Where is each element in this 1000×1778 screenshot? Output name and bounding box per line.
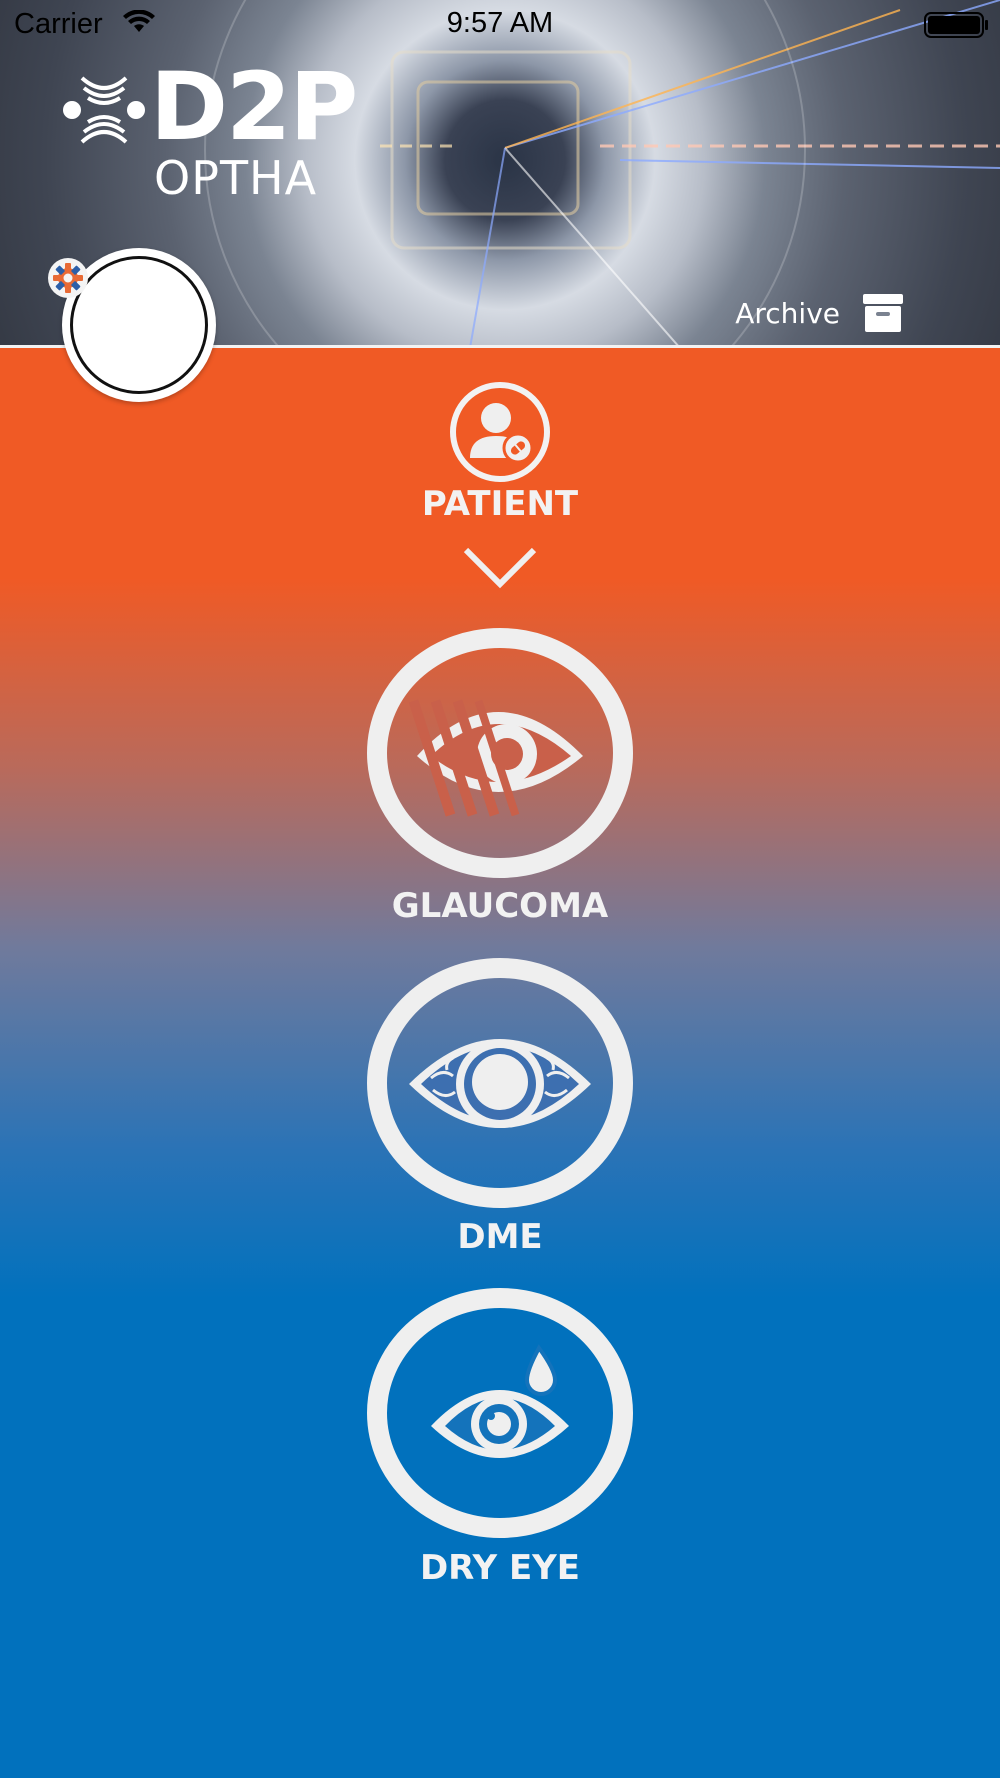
patient-icon bbox=[470, 403, 534, 464]
status-bar: Carrier 9:57 AM bbox=[0, 0, 1000, 50]
dme-button[interactable] bbox=[367, 958, 633, 1208]
app-logo: D2P OPTHA bbox=[150, 53, 358, 203]
glaucoma-button[interactable] bbox=[367, 628, 633, 878]
clock: 9:57 AM bbox=[446, 7, 554, 39]
dme-eye-icon bbox=[409, 1039, 591, 1128]
dme-label: DME bbox=[457, 1217, 543, 1257]
archive-label: Archive bbox=[735, 296, 840, 330]
patient-label: PATIENT bbox=[421, 484, 579, 524]
gear-icon bbox=[53, 263, 83, 293]
glaucoma-eye-icon bbox=[408, 699, 583, 817]
d2p-logo-mark bbox=[63, 76, 145, 144]
dry-eye-label: DRY EYE bbox=[419, 1548, 581, 1588]
dry-eye-icon bbox=[431, 1344, 569, 1458]
archive-box-icon bbox=[863, 294, 903, 332]
settings-button[interactable] bbox=[48, 258, 88, 298]
patient-button[interactable] bbox=[450, 382, 550, 482]
logo-title: D2P bbox=[150, 53, 358, 162]
glaucoma-label: GLAUCOMA bbox=[391, 886, 609, 926]
avatar-image bbox=[70, 256, 208, 394]
battery-icon bbox=[924, 12, 988, 38]
chevron-down-icon[interactable] bbox=[462, 546, 538, 590]
archive-button[interactable]: Archive bbox=[735, 292, 904, 334]
dry-eye-button[interactable] bbox=[367, 1288, 633, 1538]
app-screen: Carrier 9:57 AM D2P OPTHA Archive PATIEN… bbox=[0, 0, 1000, 1778]
